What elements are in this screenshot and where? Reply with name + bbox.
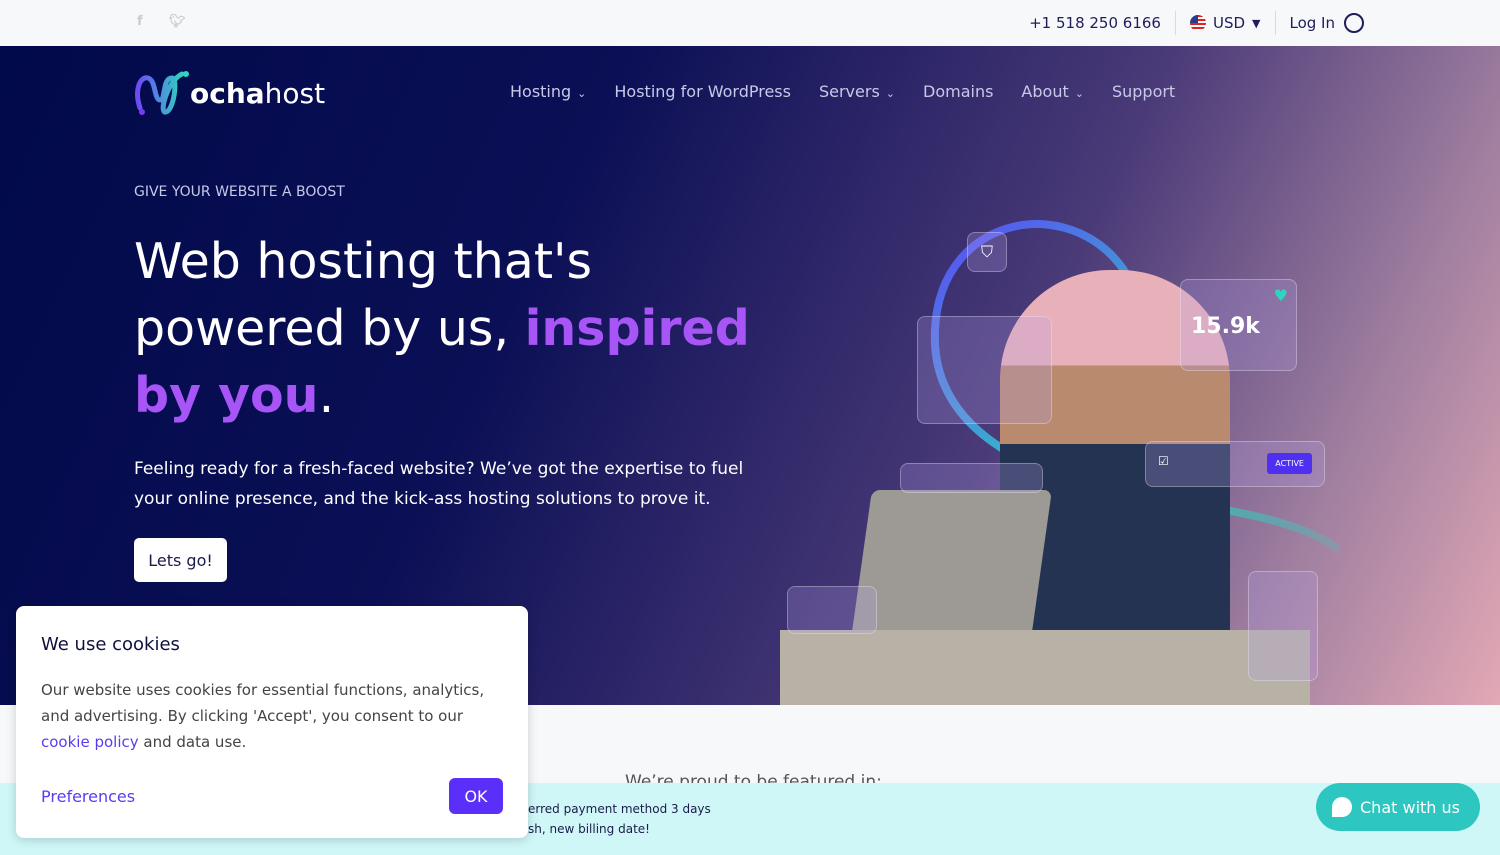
active-card: ☑ ACTIVE — [1145, 441, 1325, 487]
logo[interactable]: ocha host — [134, 70, 325, 116]
cookie-title: We use cookies — [41, 634, 180, 655]
login-link[interactable]: Log In — [1290, 13, 1364, 33]
logo-mark-icon — [135, 71, 189, 115]
us-flag-icon — [1189, 15, 1206, 31]
lets-go-button[interactable]: Lets go! — [134, 538, 227, 582]
nav-support[interactable]: Support — [1112, 82, 1175, 101]
hero-title: Web hosting that's powered by us, inspir… — [134, 233, 750, 424]
ok-button[interactable]: OK — [449, 778, 503, 814]
stat-card: 15.9k ♥ — [1180, 279, 1297, 371]
facebook-icon[interactable]: f — [137, 14, 143, 29]
user-circle-icon — [1344, 13, 1364, 33]
nav-hosting-wordpress[interactable]: Hosting for WordPress — [614, 82, 791, 101]
preferences-link[interactable]: Preferences — [41, 787, 135, 806]
progress-card — [1248, 571, 1318, 681]
twitter-icon[interactable]: 🐦︎ — [169, 14, 186, 29]
user-card — [900, 463, 1043, 493]
shield-check-icon: ⛉ — [980, 242, 993, 261]
table — [780, 630, 1310, 705]
chat-bubble-icon — [1332, 797, 1352, 817]
phone-link[interactable]: +1 518 250 6166 — [1029, 14, 1161, 32]
nav-servers[interactable]: Servers ⌄ — [819, 82, 895, 101]
cookie-policy-link[interactable]: cookie policy — [41, 733, 139, 751]
main-nav: Hosting ⌄ Hosting for WordPress Servers ⌄ … — [510, 82, 1175, 101]
bar-chart-card — [917, 316, 1052, 424]
nav-hosting[interactable]: Hosting ⌄ — [510, 82, 586, 101]
checkbox-icon: ☑ — [1158, 454, 1169, 468]
cookie-dialog: We use cookies Our website uses cookies … — [16, 606, 528, 838]
divider — [1274, 11, 1276, 35]
heart-icon: ♥ — [1273, 286, 1288, 305]
chevron-down-icon: ⌄ — [1074, 87, 1084, 100]
shield-card: ⛉ — [967, 232, 1007, 272]
chat-button[interactable]: Chat with us — [1316, 783, 1480, 831]
hero-eyebrow: GIVE YOUR WEBSITE A BOOST — [134, 184, 345, 200]
hero-illustration: ⛉ 15.9k ♥ ☑ ACTIVE — [780, 210, 1340, 705]
divider — [1174, 11, 1176, 35]
chevron-down-icon: ⌄ — [577, 87, 587, 100]
user-card — [787, 586, 877, 634]
chevron-down-icon: ▼ — [1252, 16, 1261, 30]
nav-domains[interactable]: Domains — [923, 82, 993, 101]
currency-selector[interactable]: USD ▼ — [1189, 14, 1261, 32]
featured-heading: We’re proud to be featured in: — [625, 772, 882, 783]
top-bar: f 🐦︎ +1 518 250 6166 USD ▼ Log In — [0, 0, 1500, 46]
hero-lead: Feeling ready for a fresh-faced website?… — [134, 459, 744, 509]
cookie-text: Our website uses cookies for essential f… — [41, 681, 485, 751]
nav-about[interactable]: About ⌄ — [1021, 82, 1084, 101]
chevron-down-icon: ⌄ — [885, 87, 895, 100]
